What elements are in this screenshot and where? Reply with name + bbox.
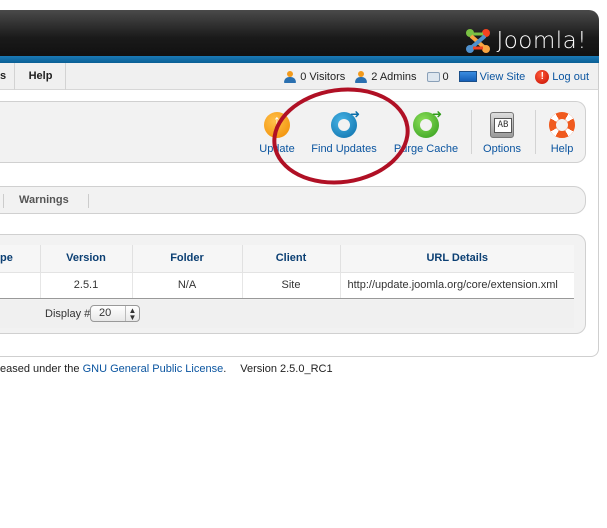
update-button[interactable]: Update bbox=[254, 102, 300, 164]
page-footer: eased under the GNU General Public Licen… bbox=[0, 363, 333, 375]
footer-period: . bbox=[223, 363, 227, 375]
column-header-type[interactable]: pe bbox=[0, 245, 41, 273]
toolbar-separator bbox=[471, 110, 472, 154]
gpl-license-link[interactable]: GNU General Public License bbox=[83, 363, 224, 375]
header-accent-strip bbox=[0, 56, 599, 63]
pagination-footer: Display # 20 ▲ ▼ bbox=[0, 300, 574, 328]
messages-icon bbox=[426, 71, 440, 82]
visitors-count: 0 Visitors bbox=[300, 70, 346, 83]
logout-icon: ! bbox=[535, 69, 550, 84]
visitors-status: 0 Visitors bbox=[284, 70, 346, 83]
submenu-warnings[interactable]: Warnings bbox=[19, 187, 69, 213]
toolbar-separator bbox=[535, 110, 536, 154]
update-label: Update bbox=[259, 143, 295, 155]
joomla-logo-text: Joomla! bbox=[496, 28, 587, 54]
column-header-version[interactable]: Version bbox=[40, 245, 133, 273]
cell-type bbox=[0, 272, 41, 299]
toolbar: Update Find Updates Purge Cache Options … bbox=[0, 101, 586, 163]
menubar: s Help 0 Visitors 2 Admins 0 View Site !… bbox=[0, 63, 599, 90]
purge-cache-icon bbox=[413, 107, 442, 138]
purge-cache-label: Purge Cache bbox=[393, 143, 459, 155]
submenu-separator bbox=[3, 194, 4, 208]
joomla-logo[interactable]: Joomla! bbox=[464, 27, 587, 55]
visitors-icon bbox=[284, 70, 297, 83]
updates-table-panel: pe Version Folder Client URL Details 2.5… bbox=[0, 234, 586, 334]
submenu-separator bbox=[88, 194, 89, 208]
menu-item-partial[interactable]: s bbox=[0, 63, 15, 90]
cell-client: Site bbox=[242, 272, 341, 299]
monitor-icon bbox=[458, 71, 477, 82]
column-header-client[interactable]: Client bbox=[242, 245, 341, 273]
column-header-url-details[interactable]: URL Details bbox=[340, 245, 574, 273]
status-bar: 0 Visitors 2 Admins 0 View Site ! Log ou… bbox=[284, 63, 589, 90]
help-label: Help bbox=[550, 143, 574, 155]
table-header-row: pe Version Folder Client URL Details bbox=[0, 245, 574, 273]
select-arrows-icon: ▲ ▼ bbox=[125, 306, 139, 322]
update-icon bbox=[264, 112, 290, 138]
updates-table: pe Version Folder Client URL Details 2.5… bbox=[0, 245, 574, 299]
admins-count: 2 Admins bbox=[371, 70, 417, 83]
options-icon bbox=[490, 112, 514, 138]
view-site-label: View Site bbox=[479, 70, 526, 83]
admins-status: 2 Admins bbox=[355, 70, 417, 83]
logout-label: Log out bbox=[552, 70, 589, 83]
admins-icon bbox=[355, 70, 368, 83]
options-button[interactable]: Options bbox=[478, 102, 526, 164]
purge-cache-button[interactable]: Purge Cache bbox=[390, 102, 462, 164]
messages-status[interactable]: 0 bbox=[426, 70, 449, 83]
table-row: 2.5.1 N/A Site http://update.joomla.org/… bbox=[0, 272, 574, 299]
header-bar: Joomla! bbox=[0, 10, 599, 56]
logout-link[interactable]: ! Log out bbox=[535, 69, 589, 84]
joomla-logo-icon bbox=[464, 27, 492, 55]
find-updates-label: Find Updates bbox=[311, 143, 377, 155]
messages-count: 0 bbox=[442, 70, 449, 83]
display-count-select[interactable]: 20 ▲ ▼ bbox=[90, 305, 140, 322]
options-label: Options bbox=[483, 143, 521, 155]
submenu: Warnings bbox=[0, 186, 586, 214]
help-button[interactable]: Help bbox=[542, 102, 582, 164]
menu-item-help[interactable]: Help bbox=[16, 63, 66, 90]
cell-folder: N/A bbox=[132, 272, 243, 299]
find-updates-icon bbox=[331, 107, 360, 138]
cell-url: http://update.joomla.org/core/extension.… bbox=[340, 272, 574, 299]
help-lifebuoy-icon bbox=[549, 112, 575, 138]
view-site-link[interactable]: View Site bbox=[458, 70, 526, 83]
column-header-folder[interactable]: Folder bbox=[132, 245, 243, 273]
find-updates-button[interactable]: Find Updates bbox=[306, 102, 382, 164]
display-count-label: Display # bbox=[45, 308, 91, 320]
display-count-value: 20 bbox=[99, 307, 112, 319]
version-text: Version 2.5.0_RC1 bbox=[240, 363, 333, 375]
cell-version: 2.5.1 bbox=[40, 272, 133, 299]
footer-text: eased under the bbox=[0, 363, 83, 375]
main-content: Update Find Updates Purge Cache Options … bbox=[0, 90, 599, 357]
